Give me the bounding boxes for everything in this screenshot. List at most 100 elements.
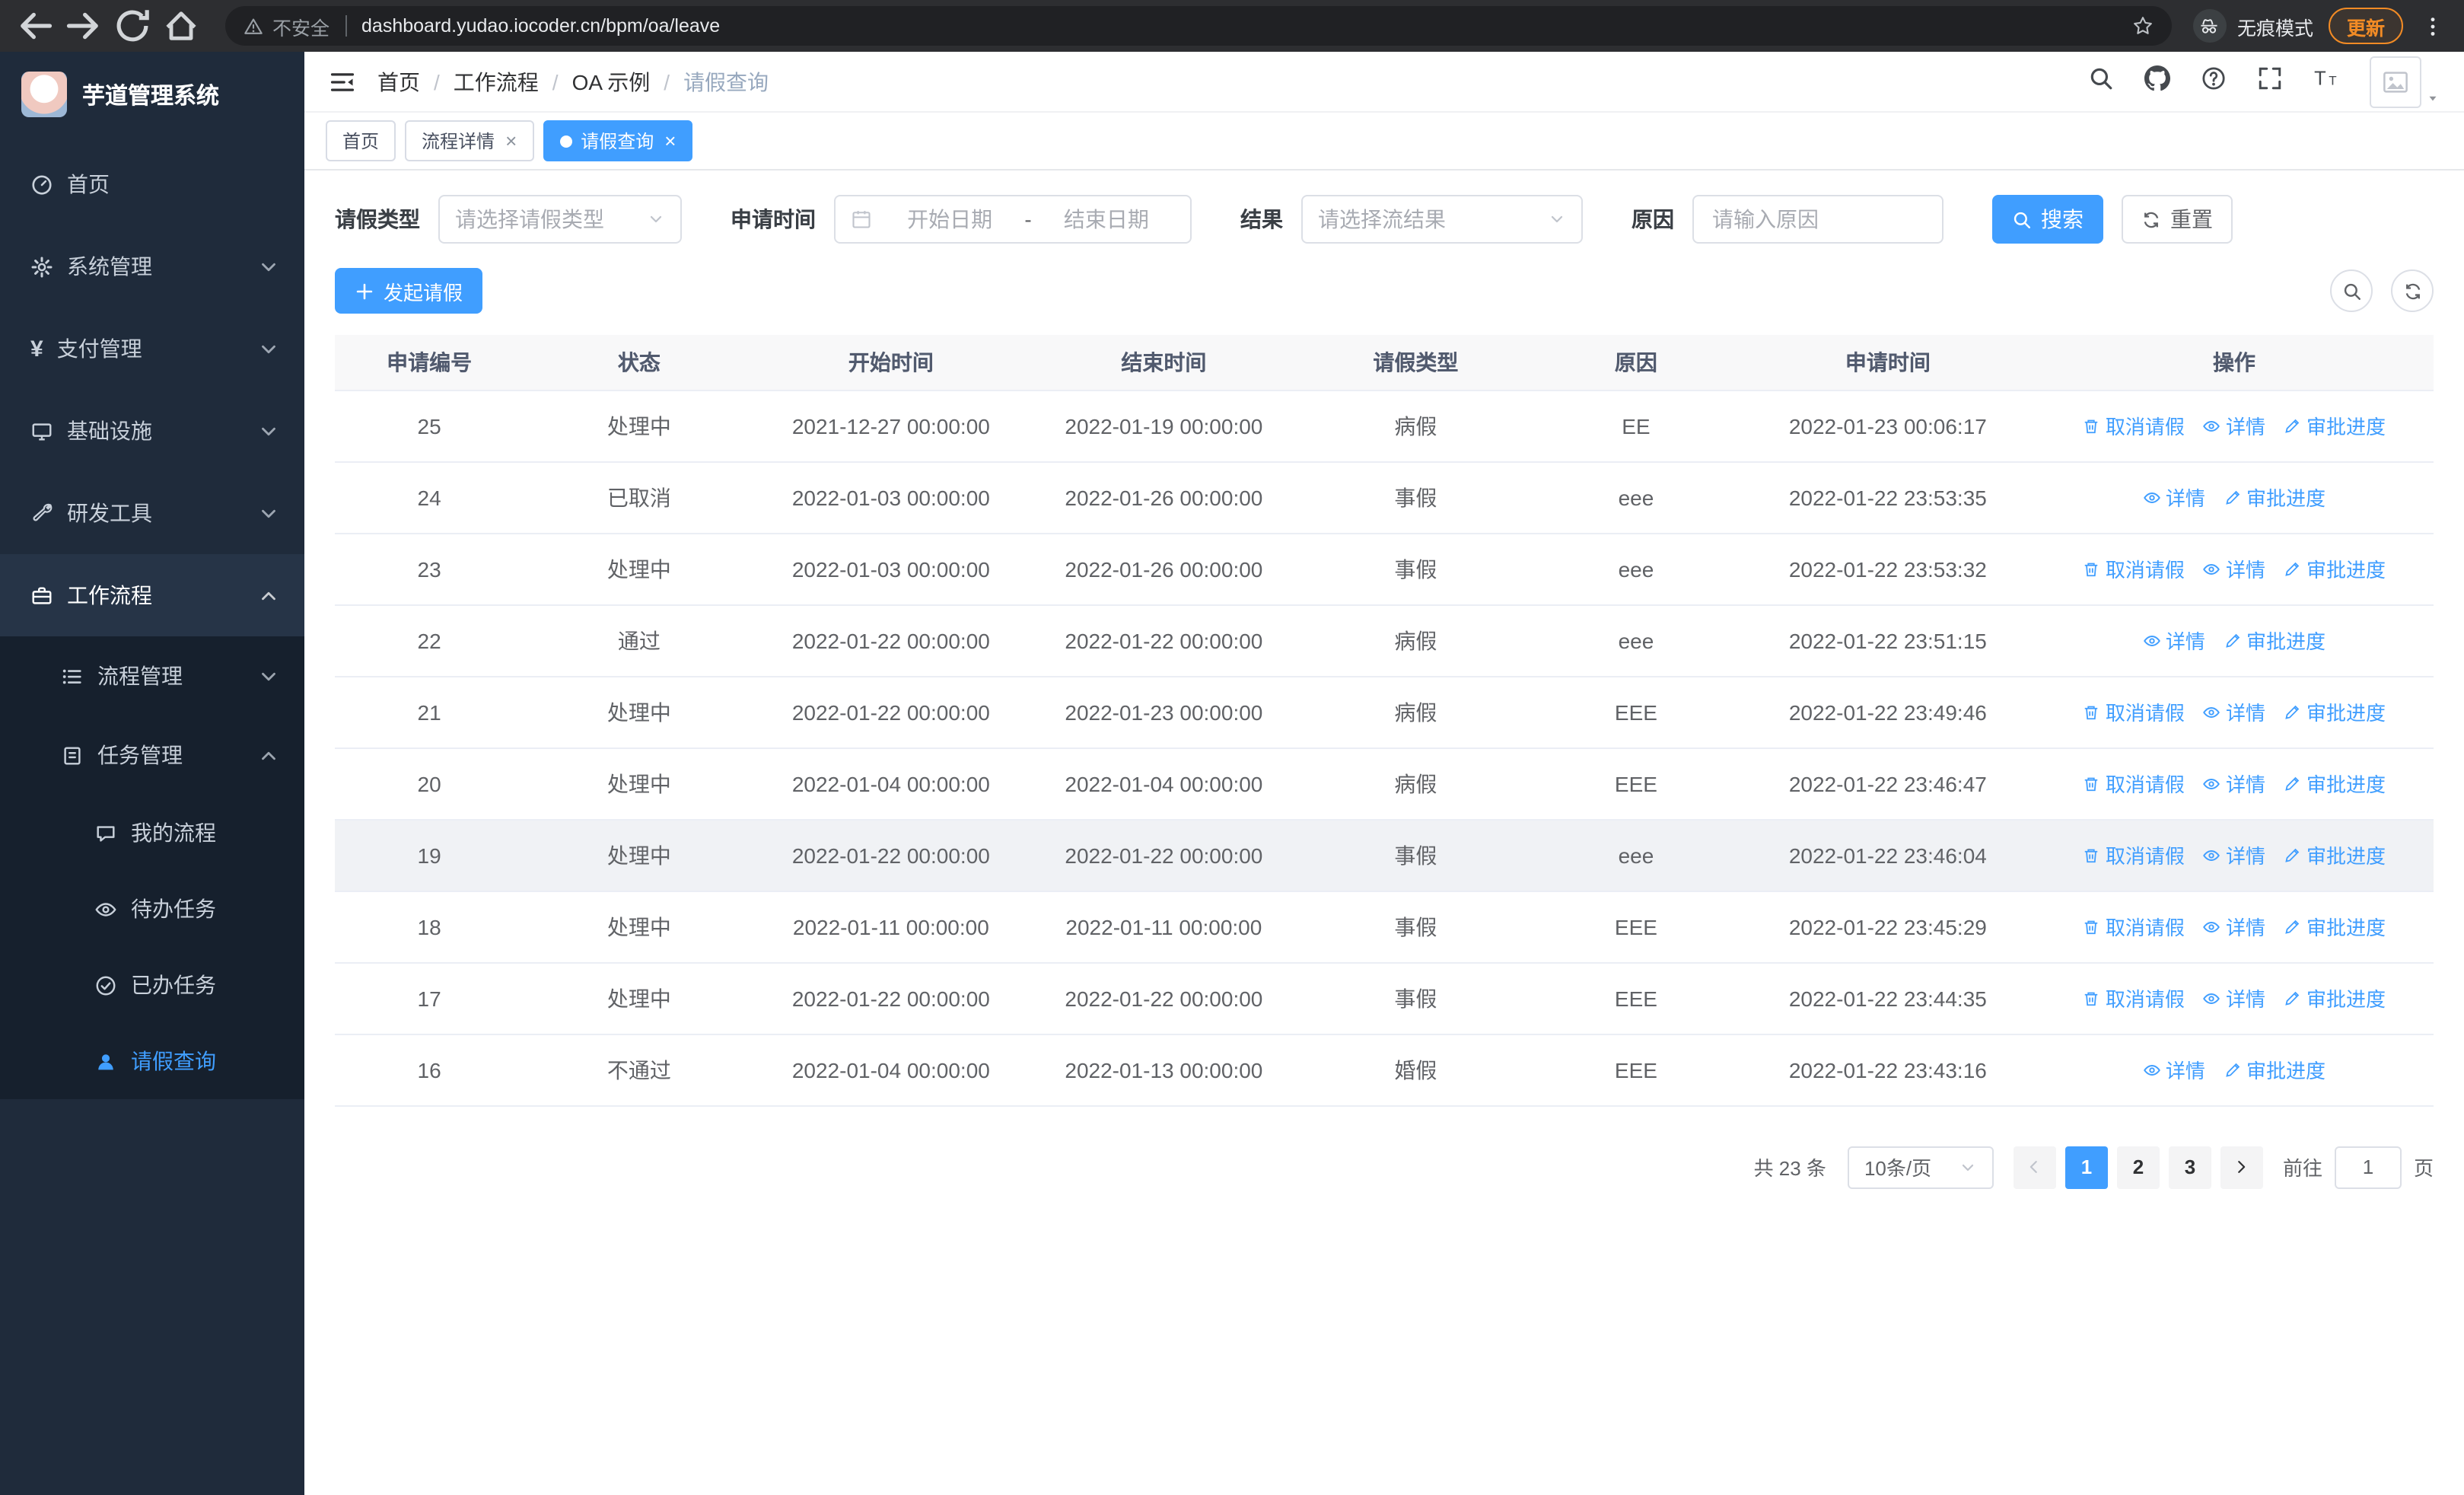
detail-link[interactable]: 详情 (2143, 1055, 2205, 1084)
breadcrumb: 首页 / 工作流程 / OA 示例 / 请假查询 (377, 66, 769, 97)
reason-input[interactable] (1692, 195, 1944, 244)
sidebar-item-my-process[interactable]: 我的流程 (0, 795, 304, 871)
detail-link[interactable]: 详情 (2203, 912, 2265, 941)
sidebar: 芋道管理系统 首页 系统管理 ¥ 支付管理 基础设施 研发工具 工作流程 流程管理 任务管理 我的… (0, 52, 304, 1495)
sidebar-item-system[interactable]: 系统管理 (0, 225, 304, 308)
next-page-button[interactable] (2220, 1146, 2263, 1188)
page-button-2[interactable]: 2 (2116, 1146, 2160, 1188)
fullscreen-button[interactable] (2257, 65, 2283, 98)
detail-link[interactable]: 详情 (2203, 554, 2265, 583)
cell-apply_time: 2022-01-23 00:06:17 (1740, 390, 2035, 462)
close-icon[interactable]: × (664, 129, 676, 152)
prev-page-button[interactable] (2013, 1146, 2056, 1188)
cancel-leave-link[interactable]: 取消请假 (2083, 983, 2185, 1012)
sidebar-item-workflow[interactable]: 工作流程 (0, 554, 304, 636)
sidebar-item-leave-query[interactable]: 请假查询 (0, 1023, 304, 1099)
cancel-leave-link[interactable]: 取消请假 (2083, 912, 2185, 941)
fontsize-button[interactable]: TT (2313, 65, 2339, 98)
detail-link[interactable]: 详情 (2143, 483, 2205, 512)
breadcrumb-item: 请假查询 (683, 69, 769, 94)
progress-link[interactable]: 审批进度 (2284, 983, 2386, 1012)
sidebar-item-payment[interactable]: ¥ 支付管理 (0, 308, 304, 390)
detail-link[interactable]: 详情 (2203, 983, 2265, 1012)
detail-link[interactable]: 详情 (2143, 626, 2205, 655)
sidebar-item-process-management[interactable]: 流程管理 (0, 636, 304, 716)
refresh-icon (2402, 281, 2422, 301)
table-refresh-button[interactable] (2391, 269, 2434, 312)
apply-time-range-picker[interactable]: 开始日期 - 结束日期 (834, 195, 1192, 244)
progress-link[interactable]: 审批进度 (2284, 840, 2386, 869)
progress-link[interactable]: 审批进度 (2224, 1055, 2326, 1084)
sidebar-item-devtools[interactable]: 研发工具 (0, 472, 304, 554)
cell-end: 2022-01-26 00:00:00 (1027, 533, 1300, 605)
detail-link[interactable]: 详情 (2203, 840, 2265, 869)
update-button[interactable]: 更新 (2328, 8, 2403, 44)
back-icon[interactable] (15, 6, 55, 46)
breadcrumb-item[interactable]: 首页 (377, 66, 420, 97)
cell-id: 22 (335, 604, 524, 677)
sidebar-item-task-management[interactable]: 任务管理 (0, 716, 304, 795)
sidebar-item-todo-tasks[interactable]: 待办任务 (0, 871, 304, 947)
reload-icon[interactable] (113, 6, 152, 46)
op-label: 详情 (2225, 416, 2265, 438)
create-leave-button[interactable]: 发起请假 (335, 268, 483, 314)
page-button-3[interactable]: 3 (2168, 1146, 2211, 1188)
op-label: 审批进度 (2306, 773, 2386, 796)
tab-item[interactable]: 请假查询 × (543, 120, 693, 161)
result-select[interactable]: 请选择流结果 (1301, 195, 1583, 244)
progress-link[interactable]: 审批进度 (2284, 769, 2386, 798)
github-button[interactable] (2144, 65, 2170, 98)
question-button[interactable] (2201, 65, 2227, 98)
cell-id: 19 (335, 819, 524, 891)
sidebar-item-infrastructure[interactable]: 基础设施 (0, 390, 304, 472)
forward-icon[interactable] (64, 6, 103, 46)
progress-link[interactable]: 审批进度 (2284, 554, 2386, 583)
progress-link[interactable]: 审批进度 (2284, 912, 2386, 941)
tab-item[interactable]: 首页 (326, 120, 396, 161)
detail-link[interactable]: 详情 (2203, 697, 2265, 726)
breadcrumb-item[interactable]: 工作流程 (454, 66, 539, 97)
sidebar-item-label: 研发工具 (67, 501, 152, 525)
table-search-button[interactable] (2330, 269, 2373, 312)
collapse-sidebar-button[interactable] (329, 68, 356, 95)
tab-item[interactable]: 流程详情 × (405, 120, 534, 161)
op-label: 取消请假 (2105, 559, 2185, 582)
cancel-leave-link[interactable]: 取消请假 (2083, 554, 2185, 583)
cancel-leave-link[interactable]: 取消请假 (2083, 697, 2185, 726)
breadcrumb-item[interactable]: OA 示例 (572, 66, 651, 97)
eye-icon (2203, 559, 2221, 578)
detail-link[interactable]: 详情 (2203, 769, 2265, 798)
edit-icon (2284, 846, 2302, 864)
bookmark-star-icon[interactable] (2132, 15, 2154, 37)
home-icon[interactable] (161, 6, 201, 46)
leave-type-select[interactable]: 请选择请假类型 (438, 195, 682, 244)
search-button[interactable] (2088, 65, 2114, 98)
create-leave-label: 发起请假 (384, 281, 463, 304)
browser-menu-icon[interactable] (2415, 9, 2449, 43)
cancel-leave-link[interactable]: 取消请假 (2083, 840, 2185, 869)
page-button-1[interactable]: 1 (2064, 1146, 2108, 1188)
range-separator: - (1024, 207, 1032, 231)
reset-button[interactable]: 重置 (2122, 195, 2233, 244)
progress-link[interactable]: 审批进度 (2224, 626, 2326, 655)
progress-link[interactable]: 审批进度 (2284, 697, 2386, 726)
cell-actions: 取消请假 详情 审批进度 (2034, 891, 2434, 963)
security-warning-icon[interactable] (244, 16, 263, 36)
close-icon[interactable]: × (505, 129, 517, 152)
page-size-select[interactable]: 10条/页 (1847, 1146, 1994, 1188)
sidebar-item-done-tasks[interactable]: 已办任务 (0, 947, 304, 1023)
cancel-leave-link[interactable]: 取消请假 (2083, 411, 2185, 440)
search-button[interactable]: 搜索 (1992, 195, 2103, 244)
cell-start: 2021-12-27 00:00:00 (754, 390, 1028, 462)
cell-apply_time: 2022-01-22 23:53:32 (1740, 533, 2035, 605)
cancel-leave-link[interactable]: 取消请假 (2083, 769, 2185, 798)
goto-page-input[interactable] (2334, 1146, 2402, 1188)
user-avatar[interactable] (2370, 56, 2440, 107)
address-bar[interactable]: 不安全 dashboard.yudao.iocoder.cn/bpm/oa/le… (225, 6, 2172, 46)
detail-link[interactable]: 详情 (2203, 411, 2265, 440)
url-text: dashboard.yudao.iocoder.cn/bpm/oa/leave (361, 15, 721, 37)
table-row: 23 处理中 2022-01-03 00:00:00 2022-01-26 00:00… (335, 533, 2434, 605)
progress-link[interactable]: 审批进度 (2224, 483, 2326, 512)
sidebar-item-home[interactable]: 首页 (0, 143, 304, 225)
progress-link[interactable]: 审批进度 (2284, 411, 2386, 440)
